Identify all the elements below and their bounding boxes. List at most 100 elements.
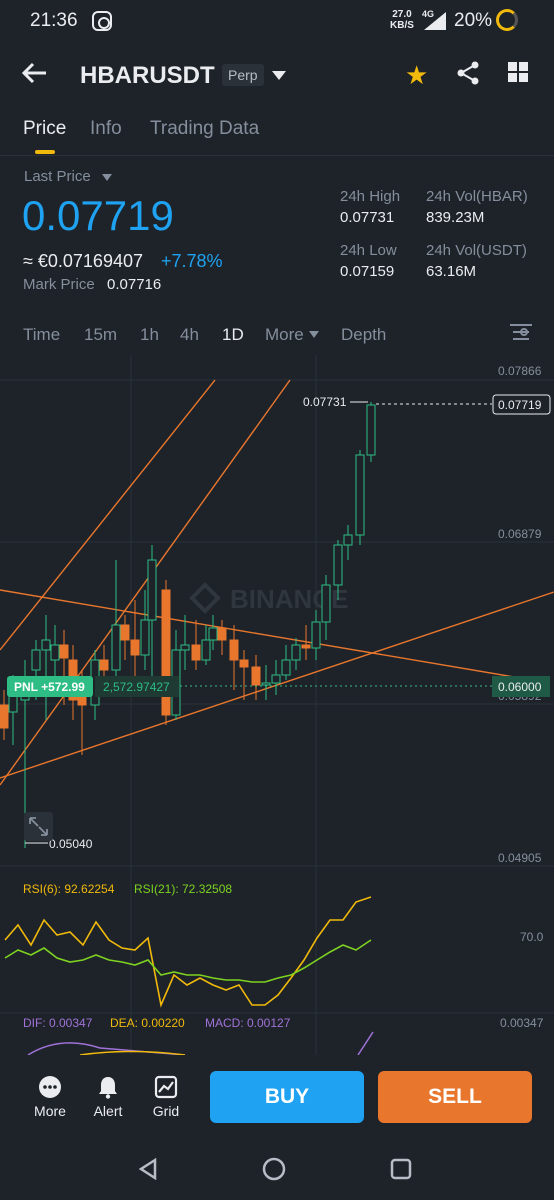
tabs-divider	[0, 155, 554, 156]
candle-body	[321, 584, 331, 623]
macd-label: MACD: 0.00127	[205, 1016, 291, 1030]
candle-body	[208, 627, 218, 641]
rsi6-label: RSI(6): 92.62254	[23, 882, 115, 896]
more-dropdown-icon[interactable]	[309, 331, 319, 338]
candle-body	[130, 639, 140, 656]
grid-button[interactable]: Grid	[141, 1075, 191, 1119]
candle-body	[343, 534, 353, 546]
high-24h: 0.07731	[340, 209, 395, 226]
candle-body	[147, 559, 157, 621]
candle-body	[120, 624, 130, 641]
high-24h-label: 24h High	[340, 188, 401, 205]
tab-info[interactable]: Info	[90, 118, 122, 140]
vol-usdt: 63.16M	[426, 263, 477, 280]
candle-body	[281, 659, 291, 676]
candle-body	[99, 659, 109, 671]
change-percent: +7.78%	[161, 251, 223, 271]
candle-body	[59, 644, 69, 659]
alert-button[interactable]: Alert	[83, 1075, 133, 1119]
more-icon	[39, 1076, 61, 1098]
trend-line	[0, 379, 291, 786]
high-marker: 0.07731	[303, 395, 347, 409]
trend-line	[0, 379, 216, 651]
candle-body	[261, 682, 271, 686]
app-header: HBARUSDT Perp ★	[0, 50, 554, 100]
rsi21-label: RSI(21): 72.32508	[134, 882, 232, 896]
interval-depth[interactable]: Depth	[341, 325, 386, 345]
current-price-tag-text: 0.07719	[498, 398, 542, 412]
candle-body	[140, 619, 150, 656]
active-tab-indicator	[35, 150, 55, 154]
candlestick-chart[interactable]: BINANCE 0.07866 0.06879 0.05892 0.04905 …	[0, 355, 554, 1055]
grid-trading-icon	[154, 1075, 178, 1099]
trend-lines	[0, 379, 554, 786]
battery-percent: 20%	[454, 10, 493, 31]
expand-icon-bg[interactable]	[24, 812, 53, 841]
last-price: 0.07719	[22, 192, 174, 239]
net-speed: 27.0 KB/S	[390, 9, 414, 31]
tab-price[interactable]: Price	[23, 118, 66, 140]
position-price-tag-text: 0.06000	[498, 680, 542, 694]
dif-line-end	[357, 1031, 374, 1055]
network-type: 4G	[422, 9, 435, 19]
net-speed-value: 27.0	[392, 9, 412, 20]
candle-body	[366, 404, 376, 456]
symbol-dropdown-icon[interactable]	[272, 71, 286, 80]
clock: 21:36	[30, 10, 78, 31]
system-nav-bar	[0, 1138, 554, 1200]
candle-body	[271, 674, 281, 684]
candle-body	[333, 544, 343, 586]
eur-price: ≈ €0.07169407	[23, 251, 143, 271]
interval-4h[interactable]: 4h	[180, 325, 199, 345]
buy-button[interactable]: BUY	[210, 1071, 364, 1123]
dea-label: DEA: 0.00220	[110, 1016, 185, 1030]
candle-body	[31, 649, 41, 671]
candle-body	[50, 644, 60, 661]
back-arrow-icon[interactable]	[22, 62, 48, 84]
net-speed-unit: KB/S	[390, 20, 414, 31]
tab-trading-data[interactable]: Trading Data	[150, 118, 259, 140]
candle-body	[217, 627, 227, 641]
interval-more[interactable]: More	[265, 325, 304, 345]
interval-1d[interactable]: 1D	[222, 325, 244, 345]
y-axis-label: 0.04905	[498, 851, 542, 865]
candle-body	[229, 639, 239, 661]
macd-axis-label: 0.00347	[500, 1016, 544, 1030]
pnl-label: PNL +572.99	[14, 680, 85, 694]
more-label: More	[34, 1103, 66, 1119]
interval-1h[interactable]: 1h	[140, 325, 159, 345]
favorite-star-icon[interactable]: ★	[405, 60, 428, 91]
vol-hbar-label: 24h Vol(HBAR)	[426, 188, 528, 205]
mark-price-label: Mark Price	[23, 276, 95, 293]
interval-time[interactable]: Time	[23, 325, 60, 345]
fullscreen-expand-icon[interactable]	[24, 812, 53, 841]
nav-recents-icon[interactable]	[390, 1158, 412, 1180]
interval-15m[interactable]: 15m	[84, 325, 117, 345]
chart-settings-icon[interactable]	[510, 324, 532, 344]
layout-grid-icon[interactable]	[508, 62, 528, 82]
binance-logo-icon	[189, 582, 221, 614]
bell-icon	[99, 1077, 117, 1099]
symbol-title[interactable]: HBARUSDT	[80, 62, 215, 90]
dif-label: DIF: 0.00347	[23, 1016, 93, 1030]
candle-body	[355, 454, 365, 536]
share-icon[interactable]	[456, 61, 480, 85]
last-price-label[interactable]: Last Price	[24, 168, 91, 185]
last-price-dropdown-icon[interactable]	[102, 174, 112, 181]
candle-body	[311, 621, 321, 649]
nav-home-icon[interactable]	[262, 1157, 286, 1181]
candle-body	[251, 666, 261, 686]
candle-body	[239, 659, 249, 668]
candle-body	[0, 704, 9, 729]
candle-body	[191, 644, 201, 661]
bottom-action-bar: More Alert Grid BUY SELL	[0, 1055, 554, 1138]
candle-body	[201, 639, 211, 661]
sell-button[interactable]: SELL	[378, 1071, 532, 1123]
battery-icon	[496, 9, 518, 31]
perp-badge: Perp	[222, 64, 264, 86]
low-24h: 0.07159	[340, 263, 395, 280]
more-button[interactable]: More	[25, 1075, 75, 1119]
position-price: 2,572.97427	[103, 680, 170, 694]
y-axis-label: 0.07866	[498, 364, 542, 378]
nav-back-icon[interactable]	[137, 1158, 159, 1180]
